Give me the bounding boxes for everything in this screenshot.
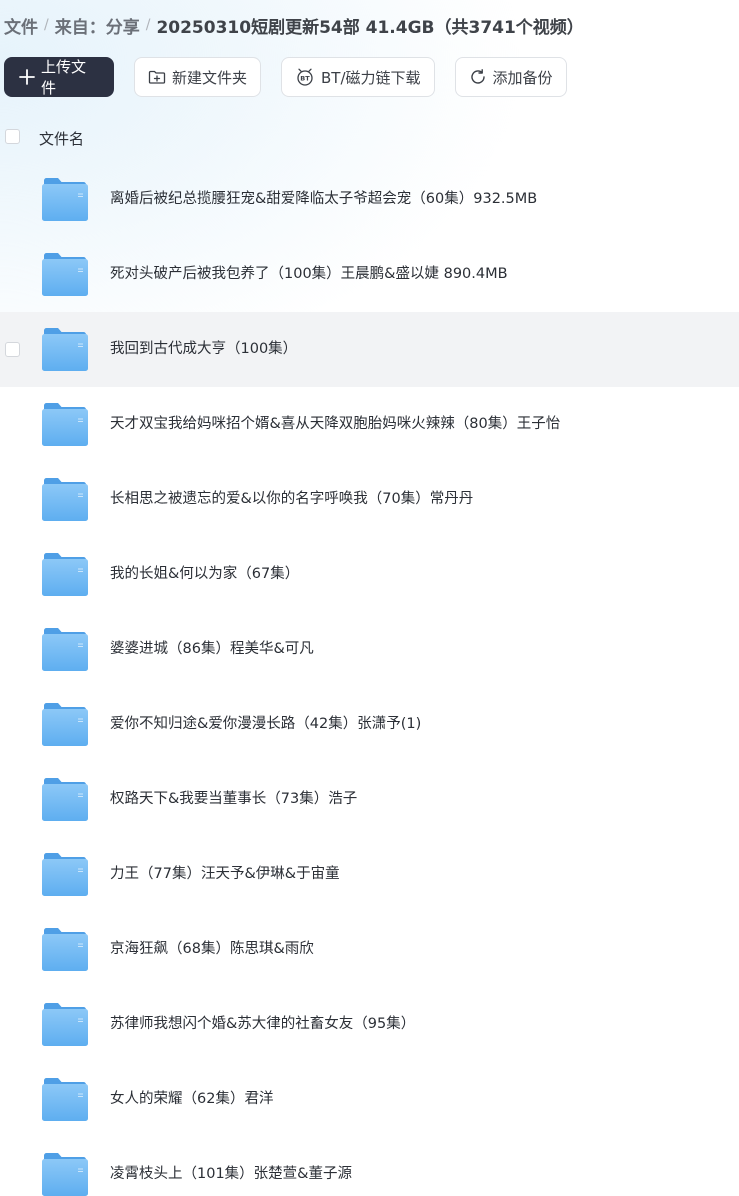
file-name: 长相思之被遗忘的爱&以你的名字呼唤我（70集）常丹丹 [110, 491, 474, 507]
file-name: 京海狂飙（68集）陈思琪&雨欣 [110, 941, 314, 957]
folder-icon [42, 328, 88, 371]
file-name: 婆婆进城（86集）程美华&可凡 [110, 641, 314, 657]
new-folder-button[interactable]: 新建文件夹 [134, 57, 262, 97]
file-row[interactable]: 我的长姐&何以为家（67集） [0, 537, 739, 612]
file-list-header: 文件名 [0, 124, 739, 152]
svg-text:BT: BT [300, 75, 310, 83]
file-row[interactable]: 死对头破产后被我包养了（100集）王晨鹏&盛以婕 890.4MB [0, 237, 739, 312]
file-name: 天才双宝我给妈咪招个婿&喜从天降双胞胎妈咪火辣辣（80集）王子怡 [110, 416, 561, 432]
bt-download-button-label: BT/磁力链下载 [321, 68, 421, 87]
file-name: 权路天下&我要当董事长（73集）浩子 [110, 791, 358, 807]
folder-icon [42, 853, 88, 896]
folder-icon [42, 178, 88, 221]
breadcrumb: 文件 / 来自：分享 / 20250310短剧更新54部 41.4GB（共374… [4, 12, 584, 38]
upload-button-label: 上传文件 [41, 58, 87, 97]
file-name: 苏律师我想闪个婚&苏大律的社畜女友（95集） [110, 1016, 416, 1032]
file-name: 爱你不知归途&爱你漫漫长路（42集）张潇予(1) [110, 716, 422, 732]
file-name: 我回到古代成大亨（100集） [110, 341, 298, 357]
plus-icon [19, 69, 35, 85]
folder-icon [42, 1078, 88, 1121]
file-row[interactable]: 女人的荣耀（62集）君洋 [0, 1062, 739, 1137]
select-all-checkbox[interactable] [5, 129, 20, 144]
folder-icon [42, 403, 88, 446]
file-list: 离婚后被纪总揽腰狂宠&甜爱降临太子爷超会宠（60集）932.5MB 死对头破产后… [0, 162, 739, 1196]
new-folder-icon [148, 69, 166, 85]
file-name: 女人的荣耀（62集）君洋 [110, 1091, 274, 1107]
file-row[interactable]: 天才双宝我给妈咪招个婿&喜从天降双胞胎妈咪火辣辣（80集）王子怡 [0, 387, 739, 462]
folder-icon [42, 628, 88, 671]
bt-download-button[interactable]: BT BT/磁力链下载 [281, 57, 435, 97]
file-name: 凌霄枝头上（101集）张楚萱&董子源 [110, 1166, 352, 1182]
file-row[interactable]: 爱你不知归途&爱你漫漫长路（42集）张潇予(1) [0, 687, 739, 762]
breadcrumb-root-link[interactable]: 文件 [4, 13, 38, 38]
file-row[interactable]: 权路天下&我要当董事长（73集）浩子 [0, 762, 739, 837]
file-name: 死对头破产后被我包养了（100集）王晨鹏&盛以婕 890.4MB [110, 266, 508, 282]
folder-icon [42, 1003, 88, 1046]
folder-icon [42, 778, 88, 821]
file-row[interactable]: 离婚后被纪总揽腰狂宠&甜爱降临太子爷超会宠（60集）932.5MB [0, 162, 739, 237]
row-checkbox[interactable] [5, 342, 20, 357]
file-row[interactable]: 苏律师我想闪个婚&苏大律的社畜女友（95集） [0, 987, 739, 1062]
breadcrumb-current-folder: 20250310短剧更新54部 41.4GB（共3741个视频） [156, 17, 584, 38]
sync-icon [469, 68, 487, 86]
file-name: 我的长姐&何以为家（67集） [110, 566, 300, 582]
file-row[interactable]: 我回到古代成大亨（100集） [0, 312, 739, 387]
folder-icon [42, 703, 88, 746]
file-row[interactable]: 长相思之被遗忘的爱&以你的名字呼唤我（70集）常丹丹 [0, 462, 739, 537]
breadcrumb-share-link[interactable]: 来自：分享 [55, 13, 140, 38]
file-row[interactable]: 凌霄枝头上（101集）张楚萱&董子源 [0, 1137, 739, 1196]
add-backup-button[interactable]: 添加备份 [454, 57, 567, 97]
folder-icon [42, 553, 88, 596]
file-row[interactable]: 婆婆进城（86集）程美华&可凡 [0, 612, 739, 687]
folder-icon [42, 1153, 88, 1196]
toolbar: 上传文件 新建文件夹 BT BT/磁力链下载 添加备份 [4, 57, 567, 97]
folder-icon [42, 928, 88, 971]
column-header-filename[interactable]: 文件名 [39, 128, 84, 149]
file-name: 离婚后被纪总揽腰狂宠&甜爱降临太子爷超会宠（60集）932.5MB [110, 191, 538, 207]
file-name: 力王（77集）汪天予&伊琳&于宙童 [110, 866, 340, 882]
breadcrumb-separator: / [145, 17, 151, 33]
bt-magnet-icon: BT [295, 68, 315, 86]
file-row[interactable]: 力王（77集）汪天予&伊琳&于宙童 [0, 837, 739, 912]
folder-icon [42, 478, 88, 521]
folder-icon [42, 253, 88, 296]
add-backup-button-label: 添加备份 [492, 68, 553, 87]
breadcrumb-separator: / [44, 17, 49, 33]
file-row[interactable]: 京海狂飙（68集）陈思琪&雨欣 [0, 912, 739, 987]
upload-button[interactable]: 上传文件 [4, 57, 114, 97]
new-folder-button-label: 新建文件夹 [172, 68, 248, 87]
